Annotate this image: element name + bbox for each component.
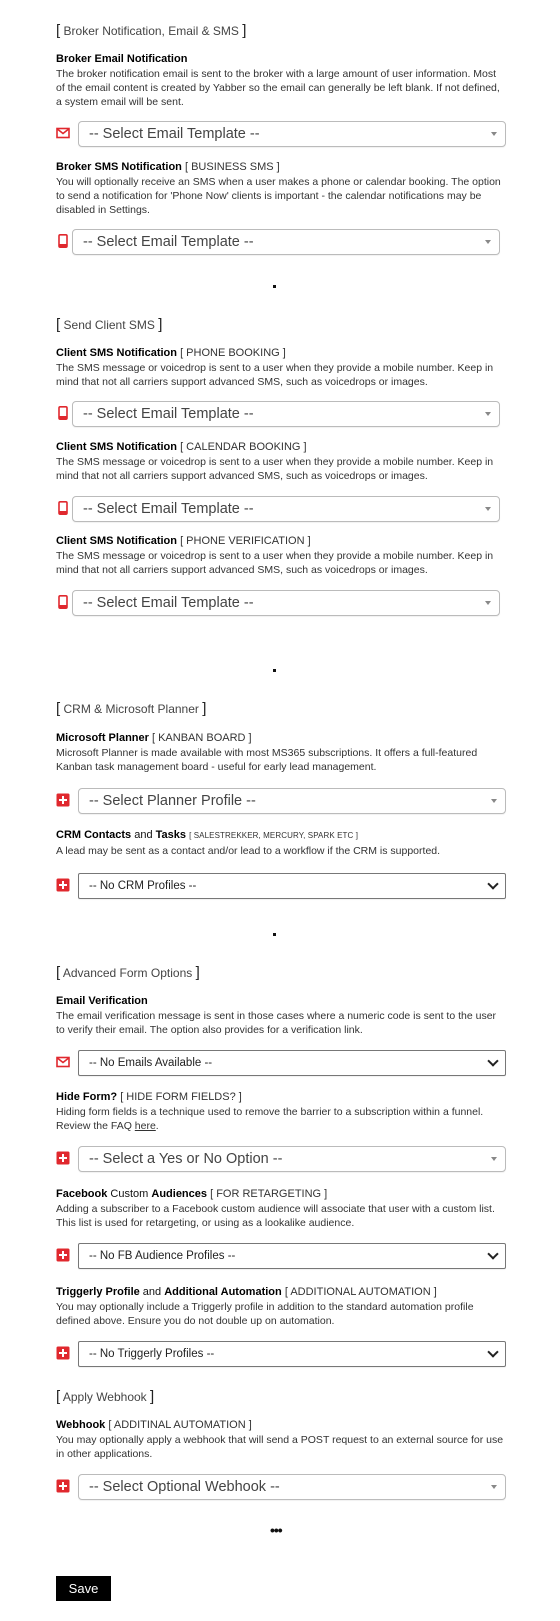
triggerly-profile-field: Triggerly Profile and Additional Automat… (56, 1285, 506, 1328)
broker-sms-row: -- Select Email Template -- (56, 229, 506, 255)
field-description: Hiding form fields is a technique used t… (56, 1106, 484, 1132)
microsoft-planner-row: -- Select Planner Profile -- (56, 788, 506, 814)
field-description: You may optionally apply a webhook that … (56, 1434, 504, 1460)
field-description: The email verification message is sent i… (56, 1010, 497, 1036)
hide-form-select[interactable]: -- Select a Yes or No Option -- (78, 1146, 506, 1172)
client-sms-calendar-template-select[interactable]: -- Select Email Template -- (72, 496, 500, 522)
envelope-icon (56, 1055, 70, 1069)
facebook-audience-select[interactable]: -- No FB Audience Profiles -- (78, 1243, 506, 1269)
facebook-audiences-field: Facebook Custom Audiences [ FOR RETARGET… (56, 1187, 506, 1230)
triggerly-profile-row: -- No Triggerly Profiles -- (56, 1341, 506, 1367)
hide-form-field: Hide Form? [ HIDE FORM FIELDS? ] Hiding … (56, 1090, 506, 1133)
client-sms-verification-field: Client SMS Notification [ PHONE VERIFICA… (56, 534, 506, 577)
section-divider-dot (273, 933, 276, 936)
chevron-down-icon (487, 1055, 499, 1067)
crm-contacts-field: CRM Contacts and Tasks [ SALESTREKKER, M… (56, 828, 506, 858)
caret-down-icon (485, 412, 491, 416)
mobile-phone-icon (56, 501, 70, 515)
client-sms-verification-row: -- Select Email Template -- (56, 590, 506, 616)
facebook-audiences-row: -- No FB Audience Profiles -- (56, 1243, 506, 1269)
caret-down-icon (485, 240, 491, 244)
field-description: The SMS message or voicedrop is sent to … (56, 456, 494, 482)
field-description: Adding a subscriber to a Facebook custom… (56, 1203, 495, 1229)
chevron-down-icon (487, 1346, 499, 1358)
broker-sms-template-select[interactable]: -- Select Email Template -- (72, 229, 500, 255)
client-sms-calendar-row: -- Select Email Template -- (56, 496, 506, 522)
broker-sms-field: Broker SMS Notification [ BUSINESS SMS ]… (56, 160, 506, 217)
crm-contacts-row: -- No CRM Profiles -- (56, 873, 506, 899)
caret-down-icon (491, 1485, 497, 1489)
client-sms-phone-field: Client SMS Notification [ PHONE BOOKING … (56, 346, 506, 389)
client-sms-phone-row: -- Select Email Template -- (56, 401, 506, 427)
hide-form-row: -- Select a Yes or No Option -- (56, 1146, 506, 1172)
save-button[interactable]: Save (56, 1576, 111, 1601)
envelope-icon (56, 126, 70, 140)
webhook-select[interactable]: -- Select Optional Webhook -- (78, 1474, 506, 1500)
email-verification-field: Email Verification The email verificatio… (56, 994, 506, 1037)
mobile-phone-icon (56, 234, 70, 248)
plus-square-icon (56, 1479, 70, 1493)
plus-square-icon (56, 1248, 70, 1262)
plus-square-icon (56, 1346, 70, 1360)
webhook-field: Webhook [ ADDITINAL AUTOMATION ] You may… (56, 1418, 506, 1461)
field-description: A lead may be sent as a contact and/or l… (56, 845, 441, 857)
field-description: The SMS message or voicedrop is sent to … (56, 550, 494, 576)
chevron-down-icon (487, 1248, 499, 1260)
client-sms-phone-template-select[interactable]: -- Select Email Template -- (72, 401, 500, 427)
webhook-row: -- Select Optional Webhook -- (56, 1474, 506, 1500)
section-title-crm: [ CRM & Microsoft Planner ] (56, 700, 207, 717)
plus-square-icon (56, 1151, 70, 1165)
section-divider-dot (273, 285, 276, 288)
planner-profile-select[interactable]: -- Select Planner Profile -- (78, 788, 506, 814)
caret-down-icon (491, 132, 497, 136)
microsoft-planner-field: Microsoft Planner [ KANBAN BOARD ] Micro… (56, 731, 506, 774)
section-title-broker: [ Broker Notification, Email & SMS ] (56, 22, 247, 39)
faq-link[interactable]: here (135, 1120, 156, 1132)
field-title: Broker Email Notification (56, 53, 188, 65)
broker-email-field: Broker Email Notification The broker not… (56, 52, 506, 109)
field-description: The broker notification email is sent to… (56, 68, 500, 108)
triggerly-profile-select[interactable]: -- No Triggerly Profiles -- (78, 1341, 506, 1367)
crm-profile-select[interactable]: -- No CRM Profiles -- (78, 873, 506, 899)
email-verification-select[interactable]: -- No Emails Available -- (78, 1050, 506, 1076)
client-sms-calendar-field: Client SMS Notification [ CALENDAR BOOKI… (56, 440, 506, 483)
caret-down-icon (491, 799, 497, 803)
section-title-webhook: [ Apply Webhook ] (56, 1388, 155, 1405)
field-description: You may optionally include a Triggerly p… (56, 1301, 474, 1327)
section-title-client-sms: [ Send Client SMS ] (56, 316, 163, 333)
field-description: You will optionally receive an SMS when … (56, 176, 501, 216)
mobile-phone-icon (56, 406, 70, 420)
plus-square-icon (56, 793, 70, 807)
mobile-phone-icon (56, 595, 70, 609)
client-sms-verification-template-select[interactable]: -- Select Email Template -- (72, 590, 500, 616)
email-verification-row: -- No Emails Available -- (56, 1050, 506, 1076)
field-description: The SMS message or voicedrop is sent to … (56, 362, 494, 388)
plus-square-icon (56, 878, 70, 892)
ellipsis-divider: ••• (270, 1522, 283, 1538)
caret-down-icon (485, 507, 491, 511)
broker-email-row: -- Select Email Template -- (56, 121, 506, 147)
section-divider-dot (273, 669, 276, 672)
chevron-down-icon (487, 878, 499, 890)
section-title-advanced: [ Advanced Form Options ] (56, 964, 200, 981)
caret-down-icon (485, 601, 491, 605)
field-description: Microsoft Planner is made available with… (56, 747, 478, 773)
broker-email-template-select[interactable]: -- Select Email Template -- (78, 121, 506, 147)
caret-down-icon (491, 1157, 497, 1161)
